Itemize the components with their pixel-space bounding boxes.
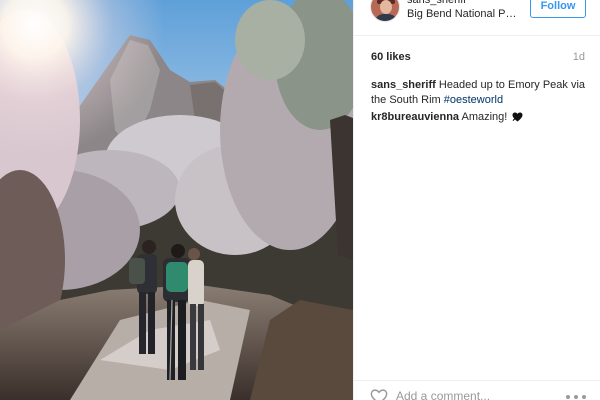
hikers-photo [0, 0, 353, 400]
post-age[interactable]: 1d [573, 51, 585, 63]
heart-emoji-icon [512, 112, 523, 122]
avatar[interactable] [370, 0, 400, 22]
comment-text: Amazing! [461, 111, 508, 123]
post-actions [354, 380, 600, 400]
likes-count[interactable]: 60 likes [371, 51, 411, 63]
more-options-icon[interactable] [566, 394, 586, 400]
add-comment-input[interactable] [396, 387, 546, 400]
caption: sans_sheriff Headed up to Emory Peak via… [371, 78, 591, 107]
caption-username[interactable]: sans_sheriff [371, 79, 436, 91]
post-header: sans_sheriff Big Bend National Park Foll… [354, 0, 600, 36]
author-username[interactable]: sans_sheriff [407, 0, 466, 6]
location-link[interactable]: Big Bend National Park [407, 8, 519, 20]
comment: kr8bureauvienna Amazing! [371, 110, 591, 124]
follow-button[interactable]: Follow [530, 0, 586, 18]
hashtag-link[interactable]: #oesteworld [444, 94, 503, 106]
post-details-panel: sans_sheriff Big Bend National Park Foll… [353, 0, 600, 400]
heart-outline-icon[interactable] [370, 389, 388, 400]
post-photo[interactable] [0, 0, 353, 400]
comment-username[interactable]: kr8bureauvienna [371, 111, 459, 123]
